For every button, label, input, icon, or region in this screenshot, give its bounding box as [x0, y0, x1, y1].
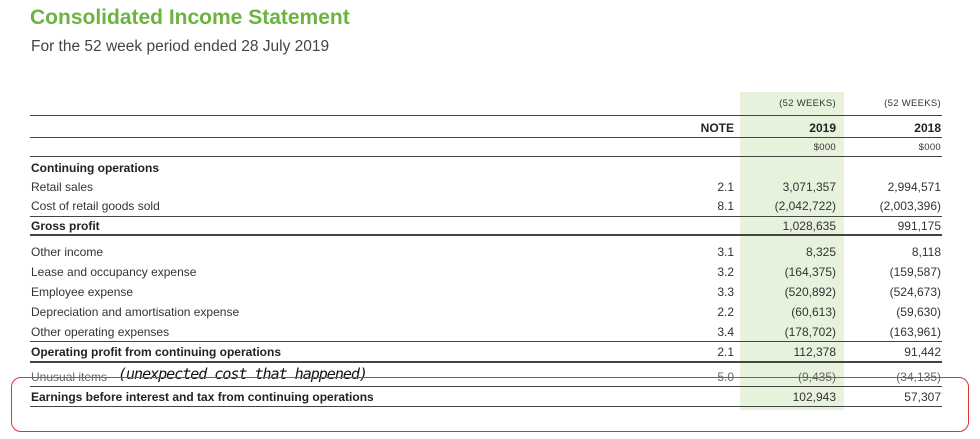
page-title: Consolidated Income Statement [30, 6, 350, 29]
header-rule-mid [30, 137, 942, 138]
row-label: Retail sales [31, 180, 94, 194]
row-value-2018: (159,587) [889, 265, 941, 279]
row-label: Other operating expenses [31, 325, 170, 339]
row-label: Operating profit from continuing operati… [31, 345, 281, 359]
unit-2019: $000 [813, 142, 836, 153]
row-value-2018: 991,175 [897, 219, 941, 233]
row-value-2019: 8,325 [805, 245, 836, 259]
header-rule-top [30, 115, 942, 116]
row-value-2018: (59,630) [896, 305, 941, 319]
row-value-2019: (164,375) [784, 265, 836, 279]
row-note: 3.1 [717, 245, 734, 259]
page-subtitle: For the 52 week period ended 28 July 201… [31, 38, 330, 55]
row-value-2018: 91,442 [904, 345, 941, 359]
row-label: Depreciation and amortisation expense [31, 305, 240, 319]
rule-after-operating-profit [30, 361, 942, 363]
section-heading: Continuing operations [31, 161, 159, 175]
row-value-2018: (163,961) [889, 325, 941, 339]
row-note: 3.3 [717, 285, 734, 299]
row-label: Cost of retail goods sold [31, 199, 160, 213]
year-2019: 2019 [809, 121, 836, 135]
row-value-2019: 3,071,357 [782, 180, 836, 194]
row-value-2019: (178,702) [784, 325, 836, 339]
row-value-2019: (60,613) [791, 305, 836, 319]
row-note: 3.2 [717, 265, 734, 279]
row-note: 2.2 [717, 305, 734, 319]
row-value-2018: 8,118 [911, 245, 941, 259]
row-value-2018: 2,994,571 [887, 180, 941, 194]
period-2018: (52 WEEKS) [884, 98, 941, 109]
year-2018: 2018 [914, 121, 941, 135]
row-label: Lease and occupancy expense [31, 265, 197, 279]
row-note: 2.1 [717, 180, 734, 194]
period-2019: (52 WEEKS) [779, 98, 836, 109]
row-value-2019: 112,378 [793, 345, 837, 359]
highlight-callout-box [11, 377, 969, 432]
row-label: Employee expense [31, 285, 134, 299]
rule-before-operating-profit [30, 341, 942, 342]
rule-after-gross-profit [30, 234, 942, 236]
row-value-2018: (2,003,396) [879, 199, 941, 213]
row-value-2019: (520,892) [784, 285, 836, 299]
row-label: Gross profit [31, 219, 100, 233]
row-note: 3.4 [717, 325, 734, 339]
row-value-2019: 1,028,635 [782, 219, 836, 233]
unit-2018: $000 [918, 142, 941, 153]
rule-before-gross-profit [30, 216, 942, 217]
row-label: Other income [31, 245, 104, 259]
row-value-2019: (2,042,722) [774, 199, 836, 213]
note-header: NOTE [700, 121, 734, 135]
header-rule-bottom [30, 156, 942, 157]
row-note: 8.1 [717, 199, 734, 213]
row-value-2018: (524,673) [889, 285, 941, 299]
row-note: 2.1 [717, 345, 734, 359]
